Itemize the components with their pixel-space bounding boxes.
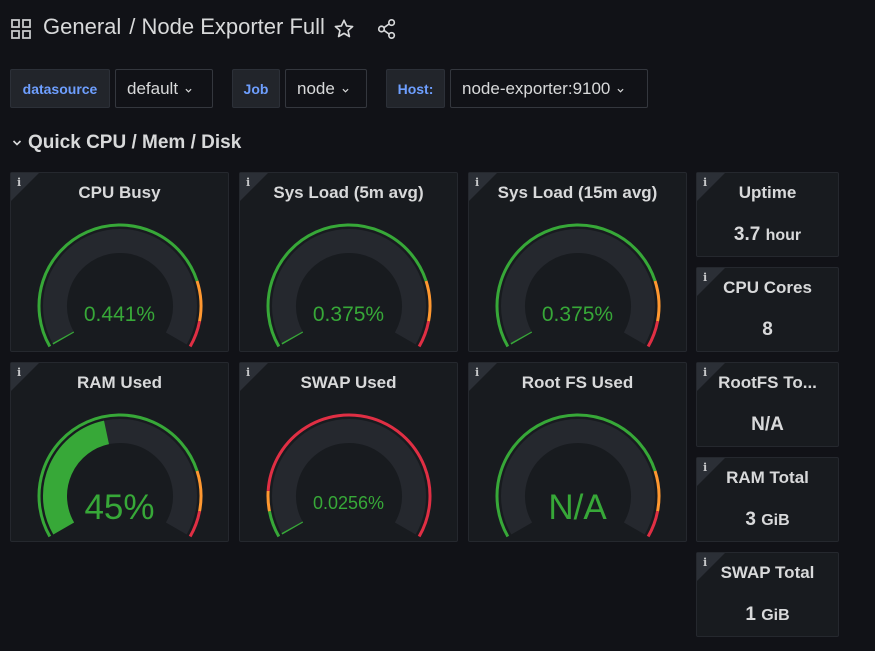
gauge-value: 0.375% xyxy=(312,303,385,326)
stat-panel-cpu-cores[interactable]: i CPU Cores 8 xyxy=(696,267,839,352)
variable-label-job: Job xyxy=(232,69,280,108)
gauge-panel-cpu-busy[interactable]: i CPU Busy 0.441% xyxy=(10,172,229,352)
gauge-panel-sys-load-15m[interactable]: i Sys Load (15m avg) 0.375% xyxy=(468,172,687,352)
dashboard-header: General / Node Exporter Full xyxy=(0,0,875,58)
stat-value: 3 GiB xyxy=(697,509,838,531)
row-header[interactable]: Quick CPU / Mem / Disk xyxy=(12,132,241,154)
gauge-fill xyxy=(281,331,304,345)
breadcrumb: General / Node Exporter Full xyxy=(43,14,325,40)
gauge-fill xyxy=(281,521,304,535)
gauge-value: 0.375% xyxy=(541,303,614,326)
star-icon[interactable] xyxy=(333,18,355,40)
gauge-panel-ram-used[interactable]: i RAM Used 45% xyxy=(10,362,229,542)
stat-panel-ram-total[interactable]: i RAM Total 3 GiB xyxy=(696,457,839,542)
gauge-panel-root-fs-used[interactable]: i Root FS Used N/A xyxy=(468,362,687,542)
gauge-value: 0.0256% xyxy=(312,493,385,513)
panel-title[interactable]: Uptime xyxy=(697,183,838,203)
panel-title[interactable]: RAM Total xyxy=(697,468,838,488)
stat-number: 3.7 xyxy=(733,224,761,245)
stat-unit: GiB xyxy=(761,607,790,624)
gauge-value: 0.441% xyxy=(83,303,156,326)
chevron-down-icon xyxy=(12,140,22,146)
stat-unit: GiB xyxy=(761,512,790,529)
variable-label-datasource: datasource xyxy=(10,69,110,108)
stat-value: 1 GiB xyxy=(697,604,838,626)
stat-unit: hour xyxy=(765,227,802,244)
variable-label-host: Host: xyxy=(386,69,445,108)
dashboards-grid-icon[interactable] xyxy=(11,19,31,39)
panel-title[interactable]: RootFS To... xyxy=(697,373,838,393)
variable-value: node-exporter:9100 xyxy=(462,79,611,98)
stat-number: 3 xyxy=(745,509,756,530)
variable-select-job[interactable]: node xyxy=(285,69,367,108)
stat-number: N/A xyxy=(751,414,784,435)
gauge-panel-sys-load-5m[interactable]: i Sys Load (5m avg) 0.375% xyxy=(239,172,458,352)
variable-value: node xyxy=(297,79,335,98)
dashboard-title[interactable]: / Node Exporter Full xyxy=(129,14,325,39)
variable-select-host[interactable]: node-exporter:9100 xyxy=(450,69,648,108)
folder-link[interactable]: General xyxy=(43,14,121,39)
chevron-down-icon xyxy=(185,88,192,93)
stat-number: 1 xyxy=(745,604,756,625)
stat-panel-swap-total[interactable]: i SWAP Total 1 GiB xyxy=(696,552,839,637)
gauge-panel-swap-used[interactable]: i SWAP Used 0.0256% xyxy=(239,362,458,542)
stat-panel-rootfs-total[interactable]: i RootFS To... N/A xyxy=(696,362,839,447)
gauge-fill xyxy=(510,331,533,345)
stat-value: 3.7 hour xyxy=(697,224,838,246)
stat-panel-uptime[interactable]: i Uptime 3.7 hour xyxy=(696,172,839,257)
stat-value: 8 xyxy=(697,319,838,341)
panel-title[interactable]: CPU Cores xyxy=(697,278,838,298)
panel-title[interactable]: SWAP Total xyxy=(697,563,838,583)
chevron-down-icon xyxy=(617,88,624,93)
variable-select-datasource[interactable]: default xyxy=(115,69,213,108)
stat-number: 8 xyxy=(762,319,773,340)
row-title: Quick CPU / Mem / Disk xyxy=(28,132,242,153)
share-icon[interactable] xyxy=(376,18,398,40)
variable-value: default xyxy=(127,79,179,98)
chevron-down-icon xyxy=(342,88,349,93)
stat-value: N/A xyxy=(697,414,838,436)
gauge-fill xyxy=(52,331,75,345)
gauge-value: 45% xyxy=(84,488,155,527)
gauge xyxy=(266,413,432,538)
gauge-value: N/A xyxy=(548,488,607,527)
